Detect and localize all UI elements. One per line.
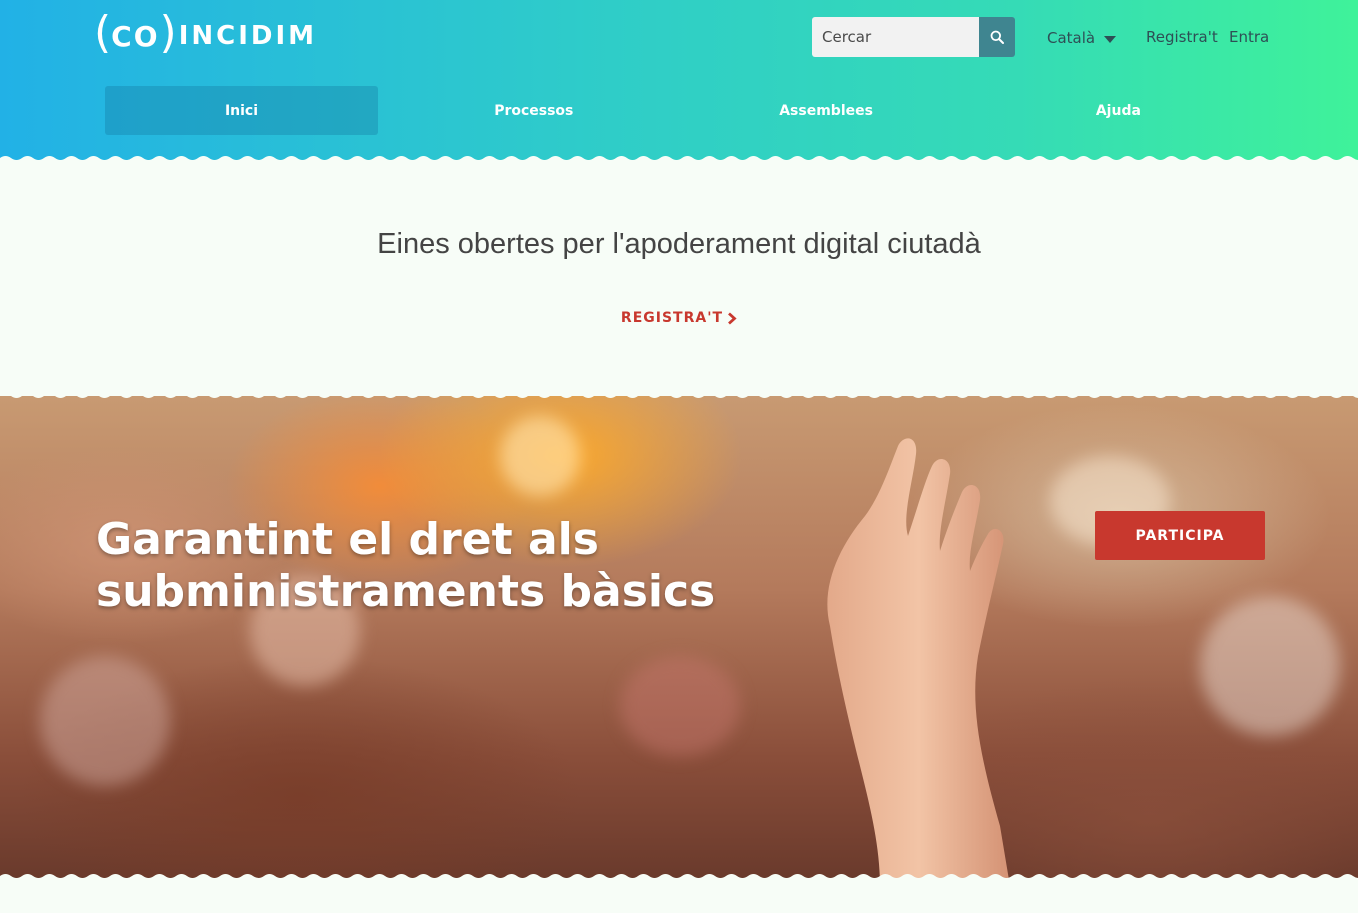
login-link[interactable]: Entra — [1229, 28, 1269, 46]
hero-title: Garantint el dret als subministraments b… — [96, 514, 716, 617]
participa-button[interactable]: PARTICIPA — [1095, 511, 1265, 560]
register-cta-label: REGISTRA'T — [620, 310, 724, 326]
bokeh-light — [500, 416, 580, 496]
bokeh-light — [620, 656, 740, 756]
language-label: Català — [1047, 29, 1096, 47]
tab-ajuda[interactable]: Ajuda — [982, 86, 1255, 135]
tab-assemblees[interactable]: Assemblees — [690, 86, 963, 135]
tab-processos[interactable]: Processos — [397, 86, 670, 135]
search-input[interactable] — [812, 17, 979, 57]
coincidim-logo[interactable]: ( CO ) INCIDIM — [94, 10, 317, 62]
register-link[interactable]: Registra't — [1146, 28, 1218, 46]
hero-bottom-wave-divider — [0, 874, 1358, 884]
search-button[interactable] — [979, 17, 1015, 57]
hero-top-wave-divider — [0, 388, 1358, 398]
header-wave-divider — [0, 156, 1358, 166]
raised-hand-photo — [827, 438, 1009, 878]
logo-paren-open: ( — [94, 7, 112, 58]
tab-inici[interactable]: Inici — [105, 86, 378, 135]
main-nav: Inici Processos Assemblees Ajuda — [105, 86, 1265, 135]
search-icon — [990, 30, 1004, 44]
logo-co: CO — [111, 19, 160, 53]
logo-paren-close: ) — [159, 7, 177, 58]
search-form — [812, 17, 1015, 57]
language-selector[interactable]: Català — [1047, 28, 1117, 48]
page-tagline: Eines obertes per l'apoderament digital … — [377, 228, 981, 260]
site-header: ( CO ) INCIDIM Català Registra't Entra I… — [0, 0, 1358, 162]
bokeh-light — [40, 656, 170, 786]
register-cta-link[interactable]: REGISTRA'T — [0, 310, 1358, 326]
bokeh-light — [1200, 596, 1340, 736]
chevron-right-icon — [727, 311, 737, 325]
caret-down-icon — [1104, 35, 1117, 43]
logo-text: INCIDIM — [178, 21, 318, 51]
hero-banner: Garantint el dret als subministraments b… — [0, 396, 1358, 878]
